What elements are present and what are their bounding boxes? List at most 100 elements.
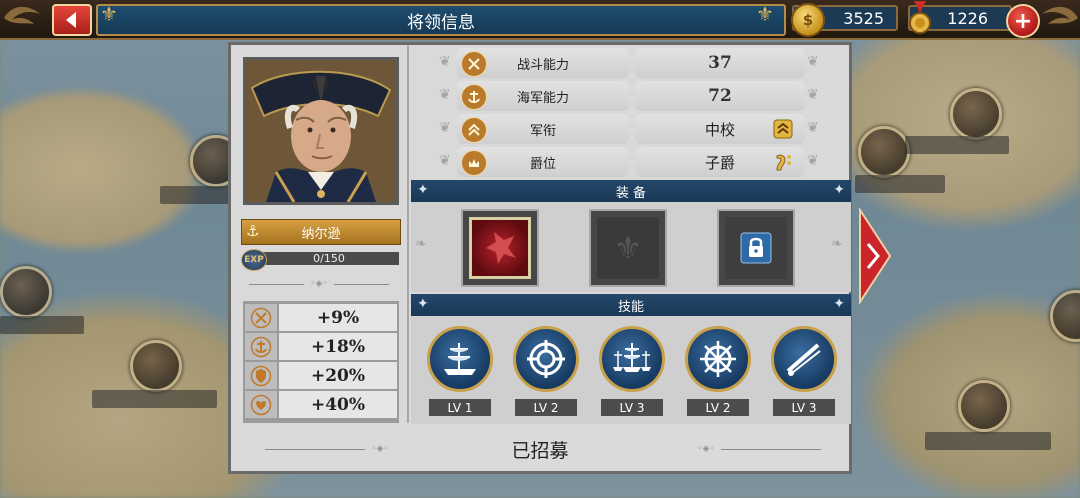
stat-row-rank: ❦ 军衔 中校 ❦ (411, 113, 851, 144)
exp-row: 0/150 EXP (241, 249, 399, 271)
map-label (160, 186, 230, 204)
ornament-icon: ❦ (439, 54, 451, 70)
equipment-title: 装 备 (615, 185, 647, 201)
heart-icon (245, 391, 277, 418)
general-profile: ⚓ 纳尔逊 0/150 EXP ◦◈◦ +9% +18% +20% +40% (239, 51, 401, 423)
bonus-value: +40% (279, 391, 397, 418)
bonus-value: +9% (279, 304, 397, 331)
ornament-divider: ◦◈◦ (249, 279, 389, 289)
medal-amount: 1226 (947, 8, 988, 28)
map-city-marker (858, 126, 910, 178)
map-label (92, 390, 217, 408)
general-info-panel: ⚓ 纳尔逊 0/150 EXP ◦◈◦ +9% +18% +20% +40% ❦… (228, 42, 852, 474)
fleur-de-lis-icon: ⚜ (756, 2, 774, 26)
gold-coin-icon: $ (791, 3, 825, 37)
shield-icon (245, 362, 277, 389)
stat-value: 72 (635, 81, 805, 111)
crosshair-icon (527, 340, 565, 378)
equipment-slot-2[interactable]: ⚜ (589, 209, 667, 287)
fleet-icon (613, 343, 651, 372)
bonus-row: +18% (245, 333, 397, 360)
corner-ornament-icon (1042, 6, 1078, 24)
column-divider (407, 45, 409, 423)
exp-badge: EXP (241, 249, 267, 271)
general-portrait (243, 57, 399, 205)
rank-icon (461, 117, 487, 143)
ornament-divider: ◦◈◦ (691, 444, 821, 454)
map-city-marker (958, 380, 1010, 432)
ornament-icon: ❧ (831, 236, 843, 252)
crossed-swords-icon (245, 304, 277, 331)
equipment-header: ✦ 装 备 ✦ (411, 180, 851, 202)
red-item-icon (469, 217, 531, 279)
equipment-area: ❧ ⚜ ❧ (411, 202, 851, 292)
equipment-slot-3-locked[interactable] (717, 209, 795, 287)
bonus-table: +9% +18% +20% +40% (243, 301, 399, 423)
ornament-icon: ❦ (807, 153, 819, 169)
bonus-value: +20% (279, 362, 397, 389)
equipment-slot-1[interactable] (461, 209, 539, 287)
map-city-marker (950, 88, 1002, 140)
exp-value: 0/150 (313, 252, 345, 265)
map-label (925, 432, 1051, 450)
crossed-swords-icon (461, 51, 487, 77)
exp-label: EXP (244, 255, 264, 265)
stat-value: 37 (635, 48, 805, 78)
cannon-icon (786, 343, 821, 376)
ornament-icon: ❦ (439, 120, 451, 136)
ornament-icon: ❦ (807, 87, 819, 103)
medal-icon (909, 1, 931, 34)
recruit-status: 已招募 (511, 439, 569, 462)
ship-icon (444, 343, 476, 375)
gold-amount: 3525 (843, 8, 884, 28)
skills-title: 技能 (617, 299, 644, 315)
skill-level: LV 2 (687, 399, 749, 416)
stats-list: ❦ 战斗能力 37 ❦ ❦ 海军能力 72 ❦ ❦ 军衔 中校 ❦ ❦ 爵位 子… (411, 47, 851, 179)
back-button[interactable] (52, 4, 92, 36)
recruit-status-bar: ◦◈◦ 已招募 ◦◈◦ (235, 427, 845, 471)
skill-ship[interactable] (427, 326, 493, 392)
corner-ornament-icon (4, 6, 40, 24)
compass-star-icon: ✦ (417, 296, 429, 312)
next-general-arrow[interactable] (858, 208, 892, 304)
admiral-portrait-image (246, 60, 396, 202)
ornament-icon: ❧ (415, 236, 427, 252)
page-title-bar: 将领信息 (96, 4, 786, 36)
lock-icon (725, 217, 787, 279)
top-bar: 将领信息 ⚜ ⚜ 3525 $ 1226 + (0, 0, 1080, 40)
page-title: 将领信息 (407, 12, 475, 33)
rank-chevron-icon (773, 119, 793, 139)
nobility-icon (461, 150, 487, 176)
skill-level: LV 3 (601, 399, 663, 416)
skill-level: LV 1 (429, 399, 491, 416)
ornament-icon: ❦ (807, 120, 819, 136)
anchor-icon: ⚓ (246, 222, 260, 240)
compass-star-icon: ✦ (833, 296, 845, 312)
compass-star-icon: ✦ (417, 182, 429, 198)
skill-level: LV 2 (515, 399, 577, 416)
bonus-row: +9% (245, 304, 397, 331)
ornament-icon: ❦ (439, 153, 451, 169)
ornament-icon: ❦ (439, 87, 451, 103)
compass-star-icon: ✦ (833, 182, 845, 198)
skill-crosshair[interactable] (513, 326, 579, 392)
anchor-icon (461, 84, 487, 110)
general-name-bar: ⚓ 纳尔逊 (241, 219, 401, 245)
fleur-de-lis-icon: ⚜ (597, 217, 659, 279)
skill-fleet[interactable] (599, 326, 665, 392)
map-city-marker (130, 340, 182, 392)
map-label (905, 136, 1009, 154)
stat-row-combat: ❦ 战斗能力 37 ❦ (411, 47, 851, 78)
ornament-icon: ❦ (807, 54, 819, 70)
map-label (0, 316, 84, 334)
general-name: 纳尔逊 (301, 226, 341, 242)
bonus-row: +20% (245, 362, 397, 389)
map-city-marker (0, 266, 52, 318)
skill-cannon[interactable] (771, 326, 837, 392)
back-arrow-icon (66, 12, 76, 28)
skill-ship-wheel[interactable] (685, 326, 751, 392)
bonus-row: +40% (245, 391, 397, 418)
stat-row-navy: ❦ 海军能力 72 ❦ (411, 80, 851, 111)
nobility-badge-icon (776, 154, 791, 171)
skills-area: LV 1 LV 2 LV 3 LV 2 LV 3 (411, 316, 851, 424)
